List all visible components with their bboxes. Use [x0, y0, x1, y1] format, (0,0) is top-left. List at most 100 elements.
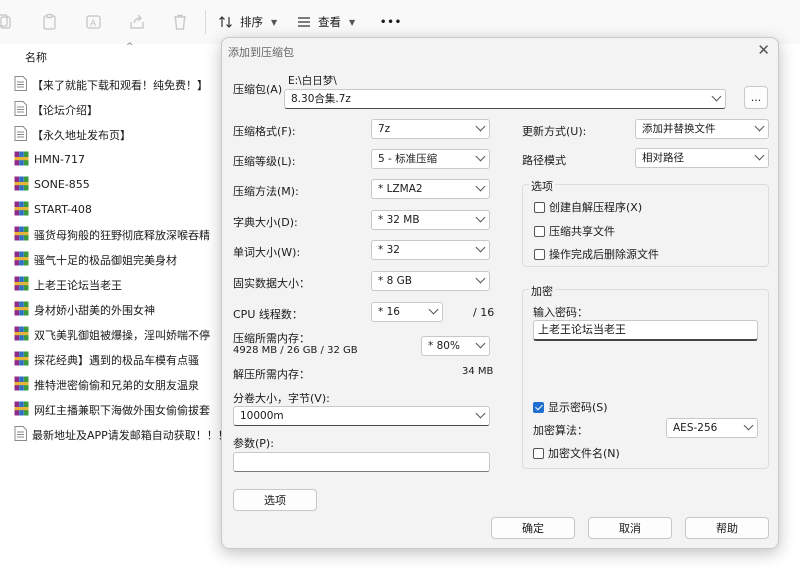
archive-icon [14, 176, 29, 194]
cpu-threads-max: / 16 [473, 306, 495, 319]
options-group-title: 选项 [529, 178, 555, 194]
file-list-item[interactable]: 上老王论坛当老王 [0, 272, 230, 297]
file-name: 最新地址及APP请发邮箱自动获取！！！ [32, 428, 229, 442]
show-password-checkbox[interactable]: 显示密码(S) [533, 399, 608, 415]
chevron-down-icon [475, 338, 486, 349]
delete-after-checkbox[interactable]: 操作完成后删除源文件 [534, 246, 659, 262]
path-mode-label: 路径模式 [522, 154, 566, 167]
archive-icon [14, 276, 29, 294]
file-name: SONE-855 [34, 178, 90, 191]
encrypt-filenames-checkbox[interactable]: 加密文件名(N) [533, 445, 620, 461]
level-value: 5 - 标准压缩 [378, 153, 438, 165]
file-list-item[interactable]: 【来了就能下载和观看！纯免费！】 [0, 72, 230, 97]
delete-icon[interactable] [169, 11, 191, 33]
file-name: START-408 [34, 203, 92, 216]
update-mode-value: 添加并替换文件 [642, 123, 716, 135]
checkbox-unchecked-icon [533, 447, 544, 459]
path-mode-select[interactable]: 相对路径 [635, 148, 769, 168]
close-icon[interactable]: ✕ [757, 41, 770, 59]
create-sfx-checkbox[interactable]: 创建自解压程序(X) [534, 199, 642, 215]
method-select[interactable]: * LZMA2 [371, 179, 490, 199]
browse-button[interactable]: ... [744, 86, 768, 109]
chevron-down-icon [754, 121, 765, 132]
solid-block-select[interactable]: * 8 GB [371, 271, 490, 291]
chevron-down-icon [475, 408, 486, 419]
file-list-item[interactable]: 骚气十足的极品御姐完美身材 [0, 247, 230, 272]
file-list-item[interactable]: HMN-717 [0, 147, 230, 172]
file-list-item[interactable]: START-408 [0, 197, 230, 222]
archive-icon [14, 251, 29, 269]
rename-icon[interactable]: A [83, 11, 105, 33]
chevron-down-icon [743, 420, 754, 431]
file-list-item[interactable]: 探花经典】遇到的极品车模有点骚 [0, 347, 230, 372]
archive-name-value: 8.30合集.7z [291, 93, 351, 105]
file-list-item[interactable]: 双飞美乳御姐被爆操，淫叫娇喘不停 [0, 322, 230, 347]
archive-icon [14, 326, 29, 344]
file-list-item[interactable]: 【永久地址发布页】 [0, 122, 230, 147]
method-label: 压缩方法(M): [233, 185, 299, 198]
archive-icon [14, 376, 29, 394]
sort-label: 排序 [240, 15, 263, 29]
options-button[interactable]: 选项 [233, 489, 317, 511]
compress-shared-checkbox[interactable]: 压缩共享文件 [534, 223, 615, 239]
file-name: 网红主播兼职下海做外围女偷偷拔套 [34, 403, 210, 417]
update-mode-select[interactable]: 添加并替换文件 [635, 119, 769, 139]
password-input[interactable]: 上老王论坛当老王 [533, 320, 758, 341]
view-button[interactable]: 查看 ▼ [296, 11, 355, 33]
dictionary-size-select[interactable]: * 32 MB [371, 210, 490, 230]
archive-icon [14, 351, 29, 369]
sort-button[interactable]: 排序 ▼ [218, 11, 277, 33]
format-select[interactable]: 7z [371, 119, 490, 139]
memory-percent-select[interactable]: * 80% [421, 336, 490, 356]
encryption-method-select[interactable]: AES-256 [666, 418, 758, 438]
show-password-label: 显示密码(S) [548, 401, 608, 414]
word-size-label: 单词大小(W): [233, 246, 301, 259]
paste-icon[interactable] [39, 11, 61, 33]
file-name: 上老王论坛当老王 [34, 278, 122, 292]
path-mode-value: 相对路径 [642, 152, 684, 164]
dialog-title: 添加到压缩包 [228, 46, 294, 59]
level-select[interactable]: 5 - 标准压缩 [371, 149, 490, 169]
compress-shared-label: 压缩共享文件 [549, 225, 615, 238]
encryption-group-title: 加密 [529, 283, 555, 299]
name-column-header[interactable]: 名称 ^ [0, 42, 230, 66]
file-name: 【论坛介绍】 [32, 103, 98, 117]
chevron-down-icon [711, 91, 722, 102]
more-icon: ••• [380, 16, 403, 28]
archive-name-combo[interactable]: 8.30合集.7z [284, 89, 726, 109]
file-list-item[interactable]: 最新地址及APP请发邮箱自动获取！！！ [0, 422, 230, 447]
file-list-item[interactable]: SONE-855 [0, 172, 230, 197]
sort-ascending-icon: ^ [126, 42, 134, 52]
ok-button[interactable]: 确定 [491, 517, 575, 539]
level-label: 压缩等级(L): [233, 155, 296, 168]
format-label: 压缩格式(F): [233, 125, 296, 138]
cancel-button[interactable]: 取消 [588, 517, 672, 539]
chevron-down-icon [475, 121, 486, 132]
cpu-threads-value: * 16 [378, 306, 400, 318]
cpu-threads-select[interactable]: * 16 [371, 302, 443, 322]
delete-after-label: 操作完成后删除源文件 [549, 248, 659, 261]
split-size-combo[interactable]: 10000m [233, 406, 490, 426]
file-list-item[interactable]: 推特泄密偷偷和兄弟的女朋友温泉 [0, 372, 230, 397]
file-list-item[interactable]: 【论坛介绍】 [0, 97, 230, 122]
format-value: 7z [378, 123, 391, 135]
split-size-value: 10000m [240, 410, 284, 422]
word-size-value: * 32 [378, 244, 400, 256]
word-size-select[interactable]: * 32 [371, 240, 490, 260]
split-size-label: 分卷大小，字节(V): [233, 392, 330, 405]
file-list-item[interactable]: 身材娇小甜美的外围女神 [0, 297, 230, 322]
help-button-label: 帮助 [716, 522, 738, 535]
chevron-down-icon: ▼ [271, 17, 278, 27]
archive-path: E:\白日梦\ [288, 75, 337, 87]
sort-icon [219, 16, 232, 28]
file-list-item[interactable]: 网红主播兼职下海做外围女偷偷拔套 [0, 397, 230, 422]
solid-block-value: * 8 GB [378, 275, 412, 287]
help-button[interactable]: 帮助 [685, 517, 769, 539]
parameters-input[interactable] [233, 452, 490, 472]
share-icon[interactable] [126, 11, 148, 33]
method-value: * LZMA2 [378, 183, 423, 195]
copy-icon[interactable] [0, 11, 16, 33]
file-list-item[interactable]: 骚货母狗般的狂野彻底释放深喉吞精 [0, 222, 230, 247]
more-options-button[interactable]: ••• [380, 11, 402, 33]
name-column-label: 名称 [25, 51, 47, 64]
